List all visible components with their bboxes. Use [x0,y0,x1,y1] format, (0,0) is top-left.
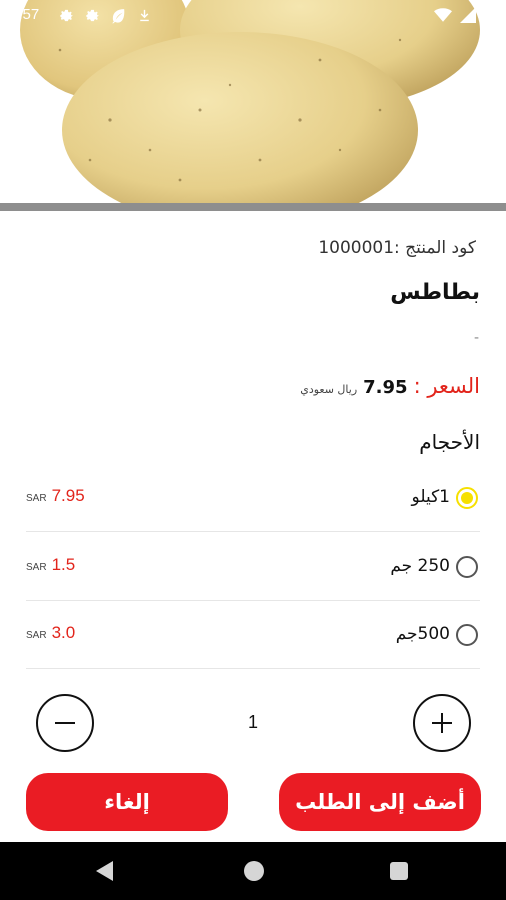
price-value: 7.95 [363,377,408,398]
size-label: 1كيلو [411,487,450,507]
price-currency: ريال سعودي [300,383,358,396]
radio-selected-icon[interactable] [456,487,478,509]
gear-icon [58,7,75,28]
wifi-icon [434,7,452,27]
decrease-quantity-button[interactable] [36,694,94,752]
size-option-250g[interactable]: 250 جم SAR 1.5 [26,533,480,601]
size-option-1kg[interactable]: 1كيلو SAR 7.95 [26,464,480,532]
radio-unselected-icon[interactable] [456,624,478,646]
status-bar: 2:57 [0,0,506,30]
signal-icon [460,7,476,27]
quantity-value: 1 [247,712,258,732]
gear-icon [84,7,101,28]
size-currency: SAR [26,493,47,504]
size-amount: 3.0 [51,623,76,642]
back-icon[interactable] [96,861,113,881]
leaf-icon [110,7,127,28]
recent-apps-icon[interactable] [390,862,408,880]
size-price: SAR 7.95 [26,486,85,506]
price-label: السعر : [413,374,480,398]
size-label: 250 جم [390,556,450,576]
add-to-order-button[interactable]: أضف إلى الطلب [279,773,481,831]
size-amount: 7.95 [51,486,85,505]
navigation-bar [0,842,506,900]
status-time: 2:57 [10,6,40,23]
product-code: كود المنتج :1000001 [318,238,476,258]
download-icon [136,7,153,28]
product-name: بطاطس [390,280,480,305]
size-price: SAR 3.0 [26,623,75,643]
size-currency: SAR [26,630,47,641]
cancel-button[interactable]: إلغاء [26,773,228,831]
radio-unselected-icon[interactable] [456,556,478,578]
product-image [0,0,506,203]
size-amount: 1.5 [51,555,76,574]
battery-icon [484,6,494,28]
price-row: السعر : 7.95 ريال سعودي [300,374,480,398]
image-divider [0,203,506,211]
size-price: SAR 1.5 [26,555,75,575]
home-icon[interactable] [244,861,264,881]
sizes-heading: الأحجام [419,430,480,454]
size-label: 500جم [395,624,450,644]
product-description: - [473,330,479,346]
size-currency: SAR [26,562,47,573]
size-option-500g[interactable]: 500جم SAR 3.0 [26,601,480,669]
increase-quantity-button[interactable] [413,694,471,752]
